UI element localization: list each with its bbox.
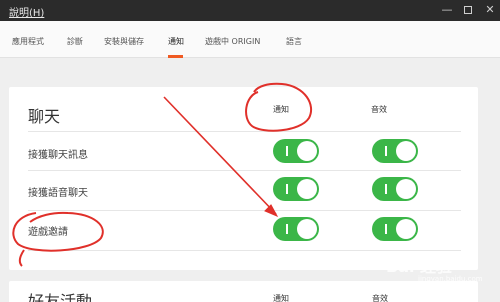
row-label-game-invite: 遊戲邀請 (28, 227, 68, 238)
row-label-chat-message: 接獲聊天訊息 (28, 150, 88, 161)
divider (28, 210, 461, 211)
tab-notifications[interactable]: 通知 (168, 36, 184, 47)
watermark-url: jingyan.baidu.com (418, 275, 483, 283)
tab-diagnostics[interactable]: 診斷 (67, 36, 83, 47)
toggle-voice-chat-sound[interactable] (372, 177, 418, 201)
friends-sound-column-header: 音效 (372, 294, 388, 302)
tab-applications[interactable]: 應用程式 (12, 36, 44, 47)
chat-section-title: 聊天 (28, 107, 61, 126)
minimize-icon[interactable]: — (440, 3, 454, 17)
tab-install-save[interactable]: 安裝與儲存 (104, 36, 144, 47)
divider (28, 250, 461, 251)
title-bar: 說明(H) — ✕ (0, 0, 500, 21)
friends-section-title: 好友活動 (28, 292, 93, 302)
maximize-icon[interactable] (461, 3, 475, 17)
watermark-logo: Bai 经验 (386, 257, 453, 276)
toggle-game-invite-notify[interactable] (273, 217, 319, 241)
sound-column-header: 音效 (371, 105, 387, 114)
close-icon[interactable]: ✕ (483, 3, 497, 17)
toggle-voice-chat-notify[interactable] (273, 177, 319, 201)
active-tab-indicator (168, 55, 183, 58)
toggle-chat-message-sound[interactable] (372, 139, 418, 163)
row-label-voice-chat: 接獲語音聊天 (28, 188, 88, 199)
divider (28, 131, 461, 132)
tab-language[interactable]: 語言 (286, 36, 302, 47)
friends-notify-column-header: 通知 (273, 294, 289, 302)
divider (28, 170, 461, 171)
tab-origin-in-game[interactable]: 遊戲中 ORIGIN (205, 36, 260, 47)
toggle-chat-message-notify[interactable] (273, 139, 319, 163)
settings-tab-bar: 應用程式 診斷 安裝與儲存 通知 遊戲中 ORIGIN 語言 (0, 21, 500, 58)
toggle-game-invite-sound[interactable] (372, 217, 418, 241)
help-menu[interactable]: 說明(H) (9, 4, 44, 19)
notify-column-header: 通知 (273, 105, 289, 114)
